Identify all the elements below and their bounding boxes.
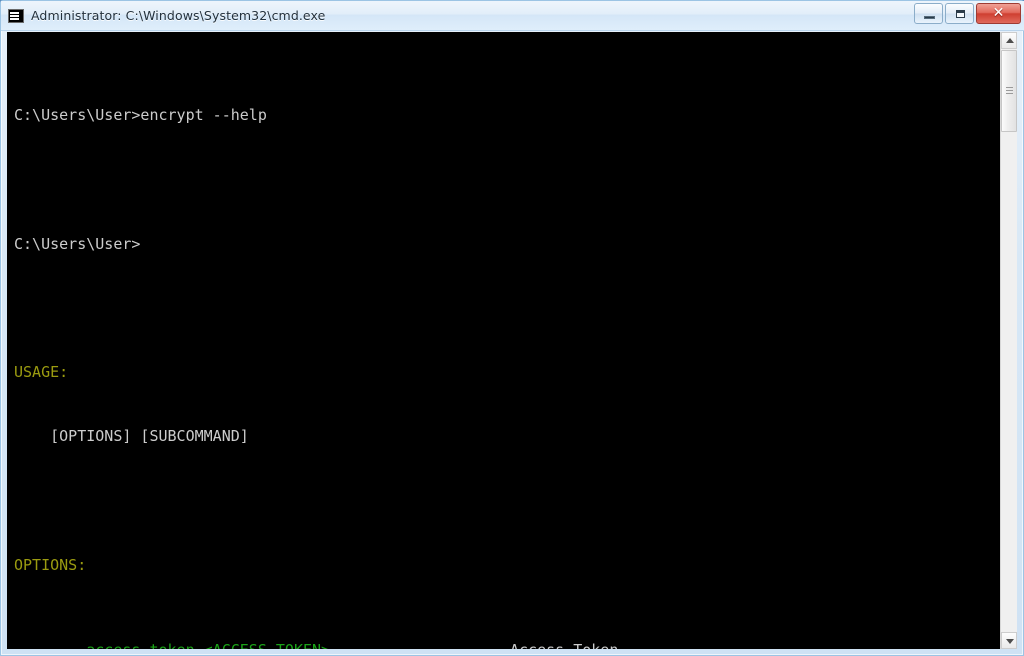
scroll-up-button[interactable] bbox=[1001, 32, 1017, 49]
window-title: Administrator: C:\Windows\System32\cmd.e… bbox=[31, 8, 326, 23]
usage-header: USAGE: bbox=[14, 363, 69, 382]
scrollbar-thumb[interactable] bbox=[1001, 50, 1017, 132]
cmd-console-icon bbox=[8, 8, 24, 23]
minimize-button[interactable] bbox=[914, 3, 943, 24]
option-flag: --access-token <ACCESS_TOKEN> bbox=[14, 640, 510, 649]
prompt-line-blank: C:\Users\User> bbox=[14, 234, 141, 253]
options-list: --access-token <ACCESS_TOKEN> Access Toke… bbox=[14, 640, 1001, 649]
usage-line: [OPTIONS] [SUBCOMMAND] bbox=[14, 427, 249, 446]
title-bar[interactable]: Administrator: C:\Windows\System32\cmd.e… bbox=[1, 1, 1024, 31]
close-icon: ✕ bbox=[992, 5, 1005, 21]
maximize-icon bbox=[956, 10, 965, 18]
prompt-line-command: C:\Users\User>encrypt --help bbox=[14, 106, 267, 125]
console-output-area[interactable]: C:\Users\User>encrypt --help C:\Users\Us… bbox=[7, 32, 1001, 649]
option-row: --access-token <ACCESS_TOKEN> Access Toke… bbox=[14, 640, 1001, 649]
scroll-down-arrow-icon bbox=[1006, 639, 1014, 644]
console-scrollbar[interactable] bbox=[1000, 32, 1017, 649]
option-short-flag bbox=[14, 641, 68, 649]
scrollbar-grip-icon bbox=[1006, 87, 1013, 88]
options-header: OPTIONS: bbox=[14, 555, 87, 574]
scroll-down-button[interactable] bbox=[1001, 632, 1017, 649]
minimize-icon bbox=[924, 16, 935, 19]
maximize-button[interactable] bbox=[945, 3, 974, 24]
option-long-flag: --access-token <ACCESS_TOKEN> bbox=[68, 641, 330, 649]
close-button[interactable]: ✕ bbox=[976, 3, 1021, 24]
console-text: C:\Users\User>encrypt --help C:\Users\Us… bbox=[14, 41, 1001, 649]
scroll-up-arrow-icon bbox=[1006, 38, 1014, 43]
window-controls: ✕ bbox=[914, 3, 1021, 24]
option-description: Access Token bbox=[510, 640, 618, 649]
cmd-window: Administrator: C:\Windows\System32\cmd.e… bbox=[0, 0, 1024, 656]
